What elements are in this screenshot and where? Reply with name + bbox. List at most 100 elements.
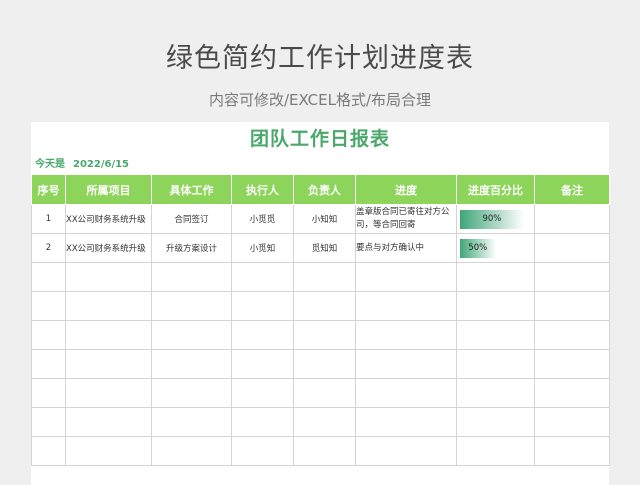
empty-cell[interactable] — [65, 262, 152, 292]
empty-cell[interactable] — [534, 291, 610, 321]
empty-cell[interactable] — [355, 436, 457, 466]
empty-cell[interactable] — [151, 349, 232, 379]
empty-cell[interactable] — [355, 291, 457, 321]
empty-cell[interactable] — [355, 407, 457, 437]
col-header-note[interactable]: 备注 — [534, 174, 610, 205]
empty-cell[interactable] — [355, 349, 457, 379]
empty-cell[interactable] — [456, 262, 535, 292]
empty-cell[interactable] — [151, 407, 232, 437]
empty-cell[interactable] — [231, 436, 294, 466]
report-table: 序号 所属项目 具体工作 执行人 负责人 进度 进度百分比 备注 1 XX公司财… — [31, 174, 610, 466]
cell-owner[interactable]: 觅知知 — [293, 233, 356, 263]
date-label: 今天是 — [35, 159, 65, 170]
empty-cell[interactable] — [65, 407, 152, 437]
col-header-task[interactable]: 具体工作 — [151, 174, 232, 205]
progress-bar: 50% — [460, 238, 496, 258]
empty-row — [31, 291, 610, 321]
empty-cell[interactable] — [151, 262, 232, 292]
cell-note[interactable] — [534, 233, 610, 263]
col-header-owner[interactable]: 负责人 — [293, 174, 356, 205]
empty-cell[interactable] — [231, 349, 294, 379]
col-header-no[interactable]: 序号 — [31, 174, 66, 205]
cell-progress[interactable]: 要点与对方确认中 — [355, 233, 457, 263]
empty-cell[interactable] — [231, 262, 294, 292]
empty-row — [31, 262, 610, 292]
empty-cell[interactable] — [534, 262, 610, 292]
empty-cell[interactable] — [293, 320, 356, 350]
empty-cell[interactable] — [31, 349, 66, 379]
empty-cell[interactable] — [231, 291, 294, 321]
cell-project[interactable]: XX公司财务系统升级 — [65, 233, 152, 263]
cell-no[interactable]: 1 — [31, 204, 66, 234]
empty-cell[interactable] — [456, 436, 535, 466]
empty-cell[interactable] — [65, 436, 152, 466]
progress-bar: 90% — [460, 209, 524, 229]
cell-project[interactable]: XX公司财务系统升级 — [65, 204, 152, 234]
empty-cell[interactable] — [293, 349, 356, 379]
empty-cell[interactable] — [534, 407, 610, 437]
empty-cell[interactable] — [231, 407, 294, 437]
empty-cell[interactable] — [151, 291, 232, 321]
empty-cell[interactable] — [231, 320, 294, 350]
empty-row — [31, 436, 610, 466]
empty-cell[interactable] — [456, 291, 535, 321]
cell-task[interactable]: 合同签订 — [151, 204, 232, 234]
empty-cell[interactable] — [534, 378, 610, 408]
empty-row — [31, 378, 610, 408]
page-subtitle: 内容可修改/EXCEL格式/布局合理 — [208, 91, 432, 109]
empty-cell[interactable] — [31, 262, 66, 292]
empty-cell[interactable] — [151, 436, 232, 466]
empty-cell[interactable] — [31, 291, 66, 321]
col-header-progress[interactable]: 进度 — [355, 174, 457, 205]
cell-executor[interactable]: 小觅觅 — [231, 204, 294, 234]
cell-no[interactable]: 2 — [31, 233, 66, 263]
date-row: 今天是 2022/6/15 — [35, 155, 137, 170]
empty-cell[interactable] — [293, 291, 356, 321]
table-row: 2 XX公司财务系统升级 升级方案设计 小觅知 觅知知 要点与对方确认中 50% — [31, 233, 610, 263]
empty-cell[interactable] — [534, 320, 610, 350]
empty-cell[interactable] — [456, 378, 535, 408]
header-row: 序号 所属项目 具体工作 执行人 负责人 进度 进度百分比 备注 — [31, 174, 610, 205]
cell-executor[interactable]: 小觅知 — [231, 233, 294, 263]
cell-note[interactable] — [534, 204, 610, 234]
cell-percent[interactable]: 90% — [456, 204, 535, 234]
date-value: 2022/6/15 — [73, 159, 130, 170]
empty-cell[interactable] — [355, 262, 457, 292]
cell-task[interactable]: 升级方案设计 — [151, 233, 232, 263]
report-sheet: 团队工作日报表 今天是 2022/6/15 序号 所属项目 具体工作 执行人 负责… — [31, 122, 610, 485]
empty-rows — [31, 262, 610, 466]
empty-cell[interactable] — [355, 320, 457, 350]
empty-cell[interactable] — [65, 320, 152, 350]
cell-progress[interactable]: 盖章版合同已寄往对方公司，等合同回寄 — [355, 204, 457, 234]
empty-row — [31, 407, 610, 437]
empty-cell[interactable] — [231, 378, 294, 408]
sheet-title: 团队工作日报表 — [249, 128, 390, 150]
empty-cell[interactable] — [151, 320, 232, 350]
empty-cell[interactable] — [151, 378, 232, 408]
empty-cell[interactable] — [534, 436, 610, 466]
page-title: 绿色简约工作计划进度表 — [166, 43, 474, 74]
empty-cell[interactable] — [65, 291, 152, 321]
cell-percent[interactable]: 50% — [456, 233, 535, 263]
empty-cell[interactable] — [456, 349, 535, 379]
empty-cell[interactable] — [65, 349, 152, 379]
col-header-executor[interactable]: 执行人 — [231, 174, 294, 205]
cell-owner[interactable]: 小知知 — [293, 204, 356, 234]
empty-cell[interactable] — [355, 378, 457, 408]
empty-cell[interactable] — [31, 436, 66, 466]
empty-cell[interactable] — [65, 378, 152, 408]
empty-cell[interactable] — [31, 320, 66, 350]
empty-row — [31, 349, 610, 379]
empty-cell[interactable] — [31, 378, 66, 408]
empty-cell[interactable] — [293, 436, 356, 466]
col-header-project[interactable]: 所属项目 — [65, 174, 152, 205]
empty-cell[interactable] — [31, 407, 66, 437]
empty-cell[interactable] — [293, 378, 356, 408]
empty-cell[interactable] — [293, 262, 356, 292]
empty-row — [31, 320, 610, 350]
empty-cell[interactable] — [534, 349, 610, 379]
empty-cell[interactable] — [293, 407, 356, 437]
empty-cell[interactable] — [456, 407, 535, 437]
empty-cell[interactable] — [456, 320, 535, 350]
col-header-percent[interactable]: 进度百分比 — [456, 174, 535, 205]
